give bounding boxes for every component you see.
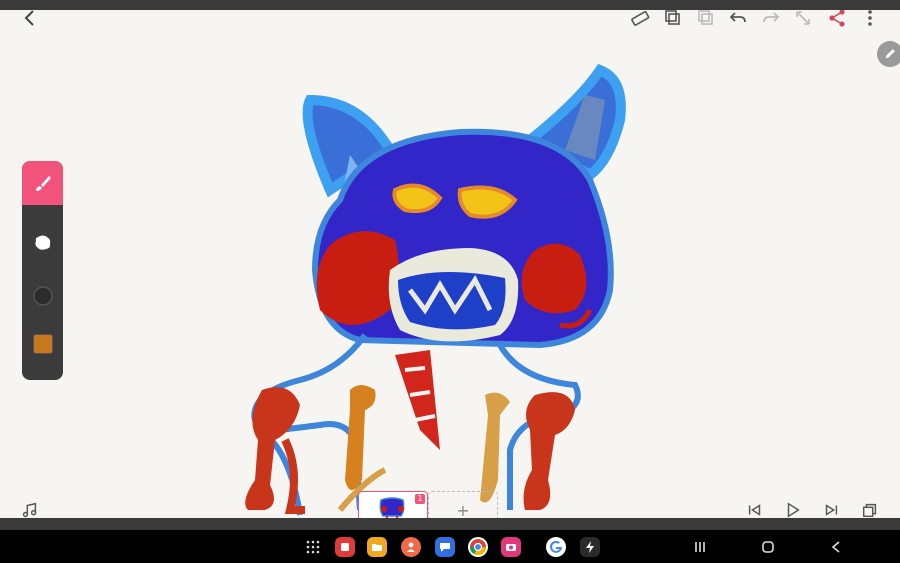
messages-icon[interactable]	[435, 537, 455, 557]
resize-icon[interactable]	[789, 10, 817, 32]
brush-icon[interactable]	[22, 161, 63, 205]
pen-icon[interactable]	[877, 41, 900, 67]
grid-icon[interactable]	[303, 537, 323, 557]
frame-timeline: 1 +	[358, 491, 498, 518]
flipaclip-icon[interactable]	[335, 537, 355, 557]
frame-thumbnail[interactable]: 1	[358, 491, 428, 518]
color-swatch[interactable]	[22, 324, 63, 364]
redo-icon[interactable]	[757, 10, 785, 32]
more-icon[interactable]	[856, 10, 884, 32]
undo-icon[interactable]	[724, 10, 752, 32]
drawing-artwork	[245, 63, 626, 516]
tool-panel	[22, 161, 63, 380]
bolt-icon[interactable]	[580, 537, 600, 557]
copy-icon[interactable]	[659, 10, 687, 32]
eraser-icon[interactable]	[22, 223, 63, 263]
share-icon[interactable]	[823, 10, 851, 32]
skip-last-icon[interactable]	[818, 497, 844, 518]
status-bar	[0, 0, 900, 10]
home-icon[interactable]	[756, 536, 780, 558]
back-icon[interactable]	[16, 10, 44, 32]
chrome-icon[interactable]	[468, 537, 488, 557]
contacts-icon[interactable]	[401, 537, 421, 557]
add-frame-button[interactable]: +	[428, 491, 498, 518]
files-icon[interactable]	[367, 537, 387, 557]
recents-icon[interactable]	[688, 536, 712, 558]
layers-icon[interactable]	[857, 497, 883, 518]
camera-icon[interactable]	[501, 537, 521, 557]
nav-back-icon[interactable]	[824, 536, 848, 558]
ruler-icon[interactable]	[626, 10, 654, 32]
google-icon[interactable]	[546, 537, 566, 557]
frame-number: 1	[415, 494, 425, 504]
drawing-canvas[interactable]: 1 +	[0, 10, 900, 518]
paste-icon[interactable]	[692, 10, 720, 32]
music-icon[interactable]	[17, 497, 43, 518]
skip-first-icon[interactable]	[742, 497, 768, 518]
brush-size-icon[interactable]	[22, 276, 63, 316]
play-icon[interactable]	[780, 497, 806, 518]
panel-divider	[0, 518, 900, 530]
